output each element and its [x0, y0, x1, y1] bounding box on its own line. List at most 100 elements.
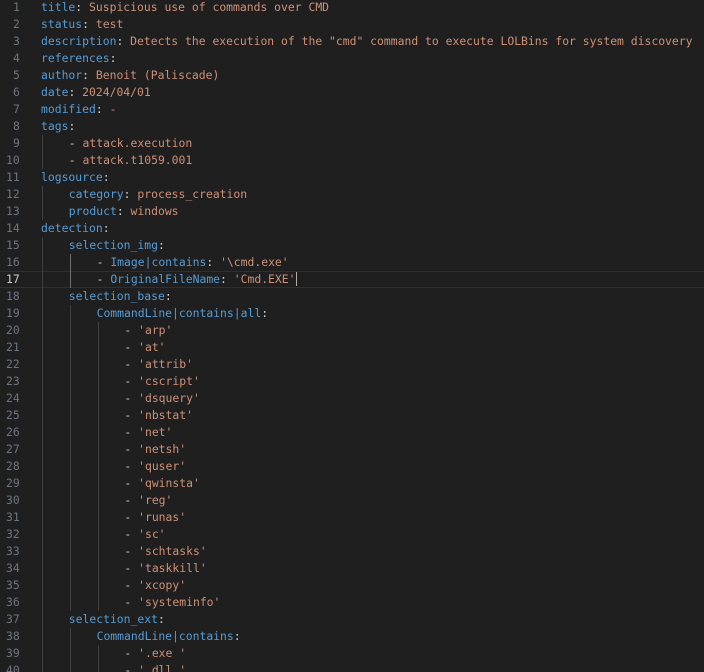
indent-guide [42, 356, 43, 373]
code-line[interactable]: 10 - attack.t1059.001 [0, 152, 704, 169]
code-line[interactable]: 28 - 'quser' [0, 458, 704, 475]
code-text: - 'runas' [124, 509, 186, 526]
code-line[interactable]: 7 modified: - [0, 101, 704, 118]
line-number: 16 [6, 255, 20, 269]
punctuation: : [68, 119, 76, 133]
line-number: 32 [6, 527, 20, 541]
code-line[interactable]: 33 - 'schtasks' [0, 543, 704, 560]
code-text: author: Benoit (Paliscade) [41, 67, 219, 84]
punctuation: - [124, 391, 139, 405]
code-line[interactable]: 3 description: Detects the execution of t… [0, 33, 704, 50]
modifier-pipe: | [233, 306, 241, 320]
code-line[interactable]: 18 selection_base: [0, 288, 704, 305]
punctuation: - [124, 646, 139, 660]
code-line[interactable]: 26 - 'net' [0, 424, 704, 441]
code-line[interactable]: 25 - 'nbstat' [0, 407, 704, 424]
code-line[interactable]: 15 selection_img: [0, 237, 704, 254]
yaml-key: selection_img [68, 238, 158, 252]
yaml-value: Detects the execution of the "cmd" comma… [130, 34, 693, 48]
indent-guide [42, 407, 43, 424]
indent-guide [69, 254, 71, 271]
code-text: - 'arp' [124, 322, 172, 339]
line-number: 15 [6, 238, 20, 252]
yaml-key: modified [41, 102, 96, 116]
yaml-value: 'schtasks' [138, 544, 207, 558]
yaml-value: 'nbstat' [138, 408, 193, 422]
code-text: selection_ext: [69, 611, 165, 628]
indent-guide [69, 373, 71, 390]
code-text: - 'sc' [124, 526, 165, 543]
code-line[interactable]: 30 - 'reg' [0, 492, 704, 509]
code-line[interactable]: 4 references: [0, 50, 704, 67]
code-line[interactable]: 32 - 'sc' [0, 526, 704, 543]
indent-guide [97, 560, 99, 577]
punctuation: : [116, 204, 131, 218]
code-line[interactable]: 36 - 'systeminfo' [0, 594, 704, 611]
indent-guide [42, 271, 43, 288]
indent-guide [69, 322, 71, 339]
yaml-value: 'qwinsta' [138, 476, 200, 490]
indent-guide [69, 560, 71, 577]
indent-guide [97, 543, 99, 560]
code-line[interactable]: 34 - 'taskkill' [0, 560, 704, 577]
code-line[interactable]: 13 product: windows [0, 203, 704, 220]
code-line[interactable]: 37 selection_ext: [0, 611, 704, 628]
code-line[interactable]: 38 CommandLine|contains: [0, 628, 704, 645]
indent-guide [42, 594, 43, 611]
code-line[interactable]: 14 detection: [0, 220, 704, 237]
indent-guide [42, 509, 43, 526]
line-number: 19 [6, 306, 20, 320]
code-line[interactable]: 35 - 'xcopy' [0, 577, 704, 594]
code-line[interactable]: 1 title: Suspicious use of commands over … [0, 0, 704, 16]
code-line[interactable]: 21 - 'at' [0, 339, 704, 356]
code-line[interactable]: 9 - attack.execution [0, 135, 704, 152]
yaml-value: 'arp' [138, 323, 173, 337]
code-text: - 'nbstat' [124, 407, 193, 424]
code-line[interactable]: 23 - 'cscript' [0, 373, 704, 390]
code-editor[interactable]: 1 title: Suspicious use of commands over … [0, 0, 704, 672]
yaml-key: status [41, 17, 83, 31]
code-line[interactable]: 40 - '.dll ' [0, 662, 704, 672]
line-number: 31 [6, 510, 20, 524]
code-line[interactable]: 27 - 'netsh' [0, 441, 704, 458]
code-text: - 'xcopy' [124, 577, 186, 594]
yaml-key: date [41, 85, 69, 99]
code-line[interactable]: 8 tags: [0, 118, 704, 135]
indent-guide [97, 424, 99, 441]
indent-guide [69, 424, 71, 441]
punctuation: - [124, 340, 139, 354]
code-line[interactable]: 29 - 'qwinsta' [0, 475, 704, 492]
code-line[interactable]: 16 - Image|contains: '\cmd.exe' [0, 254, 704, 271]
code-text: tags: [41, 118, 75, 135]
line-number: 39 [6, 646, 20, 660]
indent-guide [69, 390, 71, 407]
code-line[interactable]: 19 CommandLine|contains|all: [0, 305, 704, 322]
yaml-value: 'cscript' [138, 374, 200, 388]
code-line[interactable]: 39 - '.exe ' [0, 645, 704, 662]
indent-guide [97, 441, 99, 458]
code-line[interactable]: 11 logsource: [0, 169, 704, 186]
punctuation: - [124, 561, 139, 575]
code-line[interactable]: 12 category: process_creation [0, 186, 704, 203]
line-number: 28 [6, 459, 20, 473]
code-line[interactable]: 22 - 'attrib' [0, 356, 704, 373]
code-line[interactable]: 6 date: 2024/04/01 [0, 84, 704, 101]
code-line[interactable]: 17 - OriginalFileName: 'Cmd.EXE' [0, 271, 704, 288]
code-line[interactable]: 20 - 'arp' [0, 322, 704, 339]
yaml-value: 2024/04/01 [82, 85, 151, 99]
punctuation: - [124, 408, 139, 422]
code-line[interactable]: 24 - 'dsquery' [0, 390, 704, 407]
punctuation: - [124, 357, 139, 371]
indent-guide [42, 186, 43, 203]
code-line[interactable]: 5 author: Benoit (Paliscade) [0, 67, 704, 84]
code-text: - 'netsh' [124, 441, 186, 458]
code-line[interactable]: 31 - 'runas' [0, 509, 704, 526]
code-text: detection: [41, 220, 110, 237]
code-text: - 'qwinsta' [124, 475, 199, 492]
indent-guide [42, 424, 43, 441]
yaml-key: references [41, 51, 110, 65]
yaml-key: contains [151, 255, 207, 269]
indent-guide [42, 526, 43, 543]
code-line[interactable]: 2 status: test [0, 16, 704, 33]
line-number: 21 [6, 340, 20, 354]
